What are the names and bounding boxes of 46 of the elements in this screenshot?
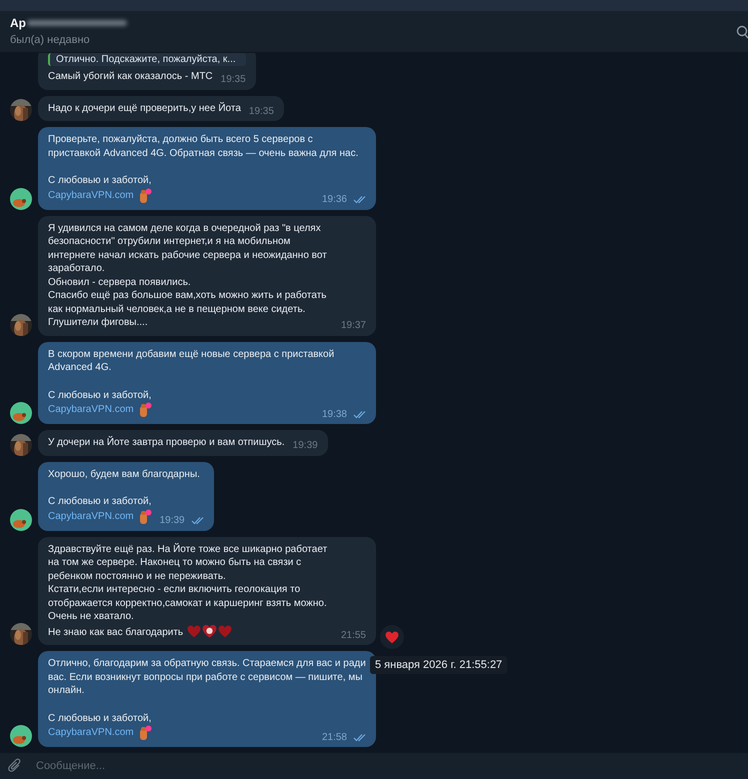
message-text: Отлично, благодарим за обратную связь. Стараемся для вас и ради вас. Если возникнут вопросы при работе с сервисом — пишите, мы онлайн.	[48, 657, 366, 698]
message-time: 21:55	[340, 628, 366, 642]
capybara-icon	[138, 188, 152, 204]
reply-quote: Отлично. Подскажите, пожалуйста, к...	[48, 53, 246, 66]
signature-text: С любовью и заботой,	[48, 174, 152, 188]
message-time: 19:38	[322, 408, 347, 421]
search-icon[interactable]	[736, 24, 748, 38]
message-text: Хорошо, будем вам благодарны.	[48, 468, 201, 481]
website-link[interactable]: CapybaraVPN.com	[48, 726, 134, 740]
avatar-icon	[10, 508, 32, 530]
message-text: Самый убогий как оказалось - МТС	[48, 70, 213, 84]
avatar-icon	[10, 725, 32, 747]
message-time: 19:35	[248, 104, 274, 118]
contact-status: был(а) недавно	[10, 33, 91, 48]
avatar-icon	[10, 402, 32, 424]
message-time: 19:36	[322, 193, 347, 206]
website-link[interactable]: CapybaraVPN.com	[48, 403, 134, 417]
avatar-icon	[10, 188, 32, 210]
signature-text: С любовью и заботой,	[48, 388, 152, 402]
message-text: Надо к дочери ещё проверить,у нее Йота	[48, 102, 241, 115]
signature-text: С любовью и заботой,	[48, 495, 152, 508]
double-check-icon	[353, 410, 366, 419]
timestamp-tooltip: 5 января 2026 г. 21:55:27	[370, 656, 508, 674]
contact-name: Ар	[10, 15, 26, 32]
double-check-icon	[353, 732, 366, 742]
heart-icon	[385, 630, 399, 644]
attach-icon[interactable]	[8, 758, 22, 774]
capybara-icon	[138, 725, 152, 741]
message-time: 19:39	[292, 439, 318, 452]
message-text: В скором времени добавим ещё новые сервера с приставкой Advanced 4G.	[48, 348, 336, 374]
capybara-icon	[138, 402, 152, 418]
message-text: Здравствуйте ещё раз. На Йоте тоже все шикарно работает на том же сервере. Наконец то можно быть на связи с ребенком постоянно и не переживать. Кстати,если интересно - если включить геолокация то отображается корректно,самокат и каршеринг взять можно. Очень не хватало. Не знаю как вас благодарить	[48, 542, 328, 639]
double-check-icon	[190, 516, 204, 526]
double-check-icon	[353, 195, 366, 204]
message-time: 19:37	[340, 319, 366, 332]
message-text: У дочери на Йоте завтра проверю и вам отпишусь.	[48, 436, 285, 450]
message-text: Проверьте, пожалуйста, должно быть всего 5 серверов с приставкой Advanced 4G. Обратная связь — очень важна для нас.	[48, 133, 360, 160]
reaction-badge[interactable]	[380, 625, 404, 649]
message-time: 19:39	[160, 514, 185, 528]
website-link[interactable]: CapybaraVPN.com	[48, 188, 134, 202]
message-time: 19:35	[220, 73, 246, 86]
capybara-icon	[138, 508, 152, 524]
message-text: Я удивился на самом деле когда в очередной раз "в целях безопасности" отрубили интернет,и я на мобильном интернете начал искать рабочие сервера и неожиданно вот заработало. Обновил - сервера появились. Спасибо ещё раз большое вам,хоть можно жить и работать как нормальный человек,а не в пещерном веке сидеть. Глушители фиговы....	[48, 222, 328, 330]
message-time: 21:58	[322, 730, 347, 744]
website-link[interactable]: CapybaraVPN.com	[48, 510, 134, 524]
signature-text: С любовью и заботой,	[48, 712, 152, 725]
